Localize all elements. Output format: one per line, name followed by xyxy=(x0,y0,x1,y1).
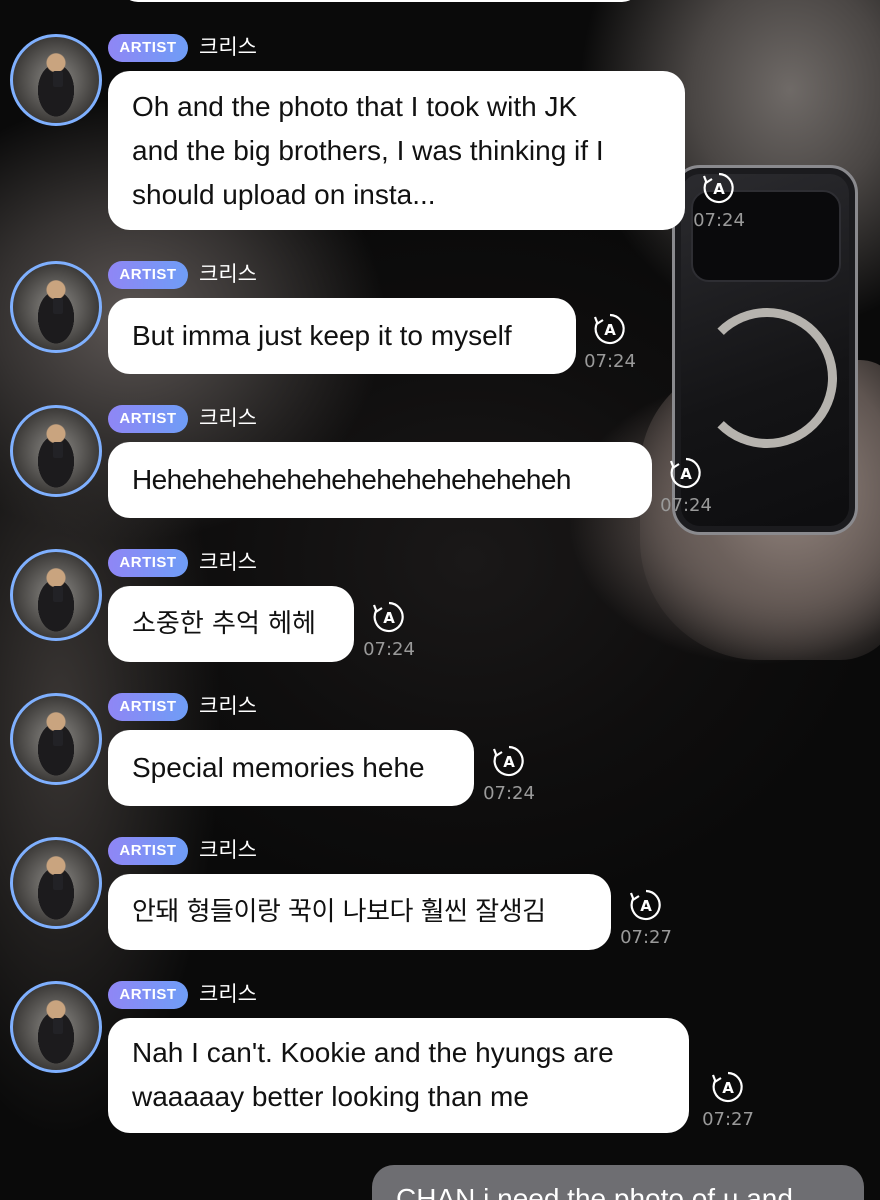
message-bubble[interactable]: 안돼 형들이랑 꾹이 나보다 훨씬 잘생김 xyxy=(108,874,611,950)
message-time: 07:27 xyxy=(702,1109,754,1130)
artist-badge: ARTIST xyxy=(108,405,188,433)
artist-name: 크리스 xyxy=(199,983,257,1006)
artist-avatar[interactable] xyxy=(10,405,102,497)
auto-translate-icon[interactable]: A xyxy=(592,311,628,347)
message-time: 07:24 xyxy=(363,639,415,660)
artist-badge: ARTIST xyxy=(108,693,188,721)
chat-screen: ARTIST 크리스 Oh and the photo that I took … xyxy=(0,0,880,1200)
artist-badge: ARTIST xyxy=(108,837,188,865)
message-time: 07:24 xyxy=(584,351,636,372)
message-meta: A 07:27 xyxy=(615,887,677,948)
artist-name: 크리스 xyxy=(199,551,257,574)
artist-badge: ARTIST xyxy=(108,34,188,62)
auto-translate-icon[interactable]: A xyxy=(668,455,704,491)
artist-badge: ARTIST xyxy=(108,981,188,1009)
message-time: 07:27 xyxy=(620,927,672,948)
artist-avatar[interactable] xyxy=(10,261,102,353)
artist-avatar[interactable] xyxy=(10,34,102,126)
svg-text:A: A xyxy=(713,180,725,198)
svg-text:A: A xyxy=(722,1079,734,1097)
message-meta: A 07:24 xyxy=(358,599,420,660)
artist-avatar[interactable] xyxy=(10,837,102,929)
artist-name: 크리스 xyxy=(199,839,257,862)
artist-name: 크리스 xyxy=(199,407,257,430)
svg-text:A: A xyxy=(383,609,395,627)
message-time: 07:24 xyxy=(693,210,745,231)
auto-translate-icon[interactable]: A xyxy=(371,599,407,635)
auto-translate-icon[interactable]: A xyxy=(628,887,664,923)
artist-avatar[interactable] xyxy=(10,693,102,785)
message-meta: A 07:24 xyxy=(688,170,750,231)
svg-text:A: A xyxy=(503,753,515,771)
artist-name: 크리스 xyxy=(199,36,257,59)
my-message-bubble[interactable]: CHAN i need the photo of u and xyxy=(372,1165,864,1200)
artist-name: 크리스 xyxy=(199,263,257,286)
message-meta: A 07:24 xyxy=(579,311,641,372)
artist-badge: ARTIST xyxy=(108,261,188,289)
message-meta: A 07:27 xyxy=(697,1069,759,1130)
message-meta: A 07:24 xyxy=(478,743,540,804)
message-bubble[interactable]: Heheheheheheheheheheheheheheh xyxy=(108,442,652,518)
message-time: 07:24 xyxy=(483,783,535,804)
message-meta: A 07:24 xyxy=(655,455,717,516)
artist-avatar[interactable] xyxy=(10,981,102,1073)
message-bubble[interactable]: 소중한 추억 헤헤 xyxy=(108,586,354,662)
artist-avatar[interactable] xyxy=(10,549,102,641)
message-bubble[interactable]: Oh and the photo that I took with JK and… xyxy=(108,71,685,230)
auto-translate-icon[interactable]: A xyxy=(701,170,737,206)
message-bubble[interactable]: Nah I can't. Kookie and the hyungs are w… xyxy=(108,1018,689,1133)
svg-text:A: A xyxy=(604,321,616,339)
auto-translate-icon[interactable]: A xyxy=(710,1069,746,1105)
phone-magsafe-ring xyxy=(697,308,837,448)
auto-translate-icon[interactable]: A xyxy=(491,743,527,779)
message-time: 07:24 xyxy=(660,495,712,516)
message-bubble[interactable]: But imma just keep it to myself xyxy=(108,298,576,374)
artist-badge: ARTIST xyxy=(108,549,188,577)
artist-name: 크리스 xyxy=(199,695,257,718)
svg-text:A: A xyxy=(640,897,652,915)
svg-text:A: A xyxy=(680,465,692,483)
message-bubble[interactable]: Special memories hehe xyxy=(108,730,474,806)
previous-message-bubble[interactable] xyxy=(120,0,640,2)
